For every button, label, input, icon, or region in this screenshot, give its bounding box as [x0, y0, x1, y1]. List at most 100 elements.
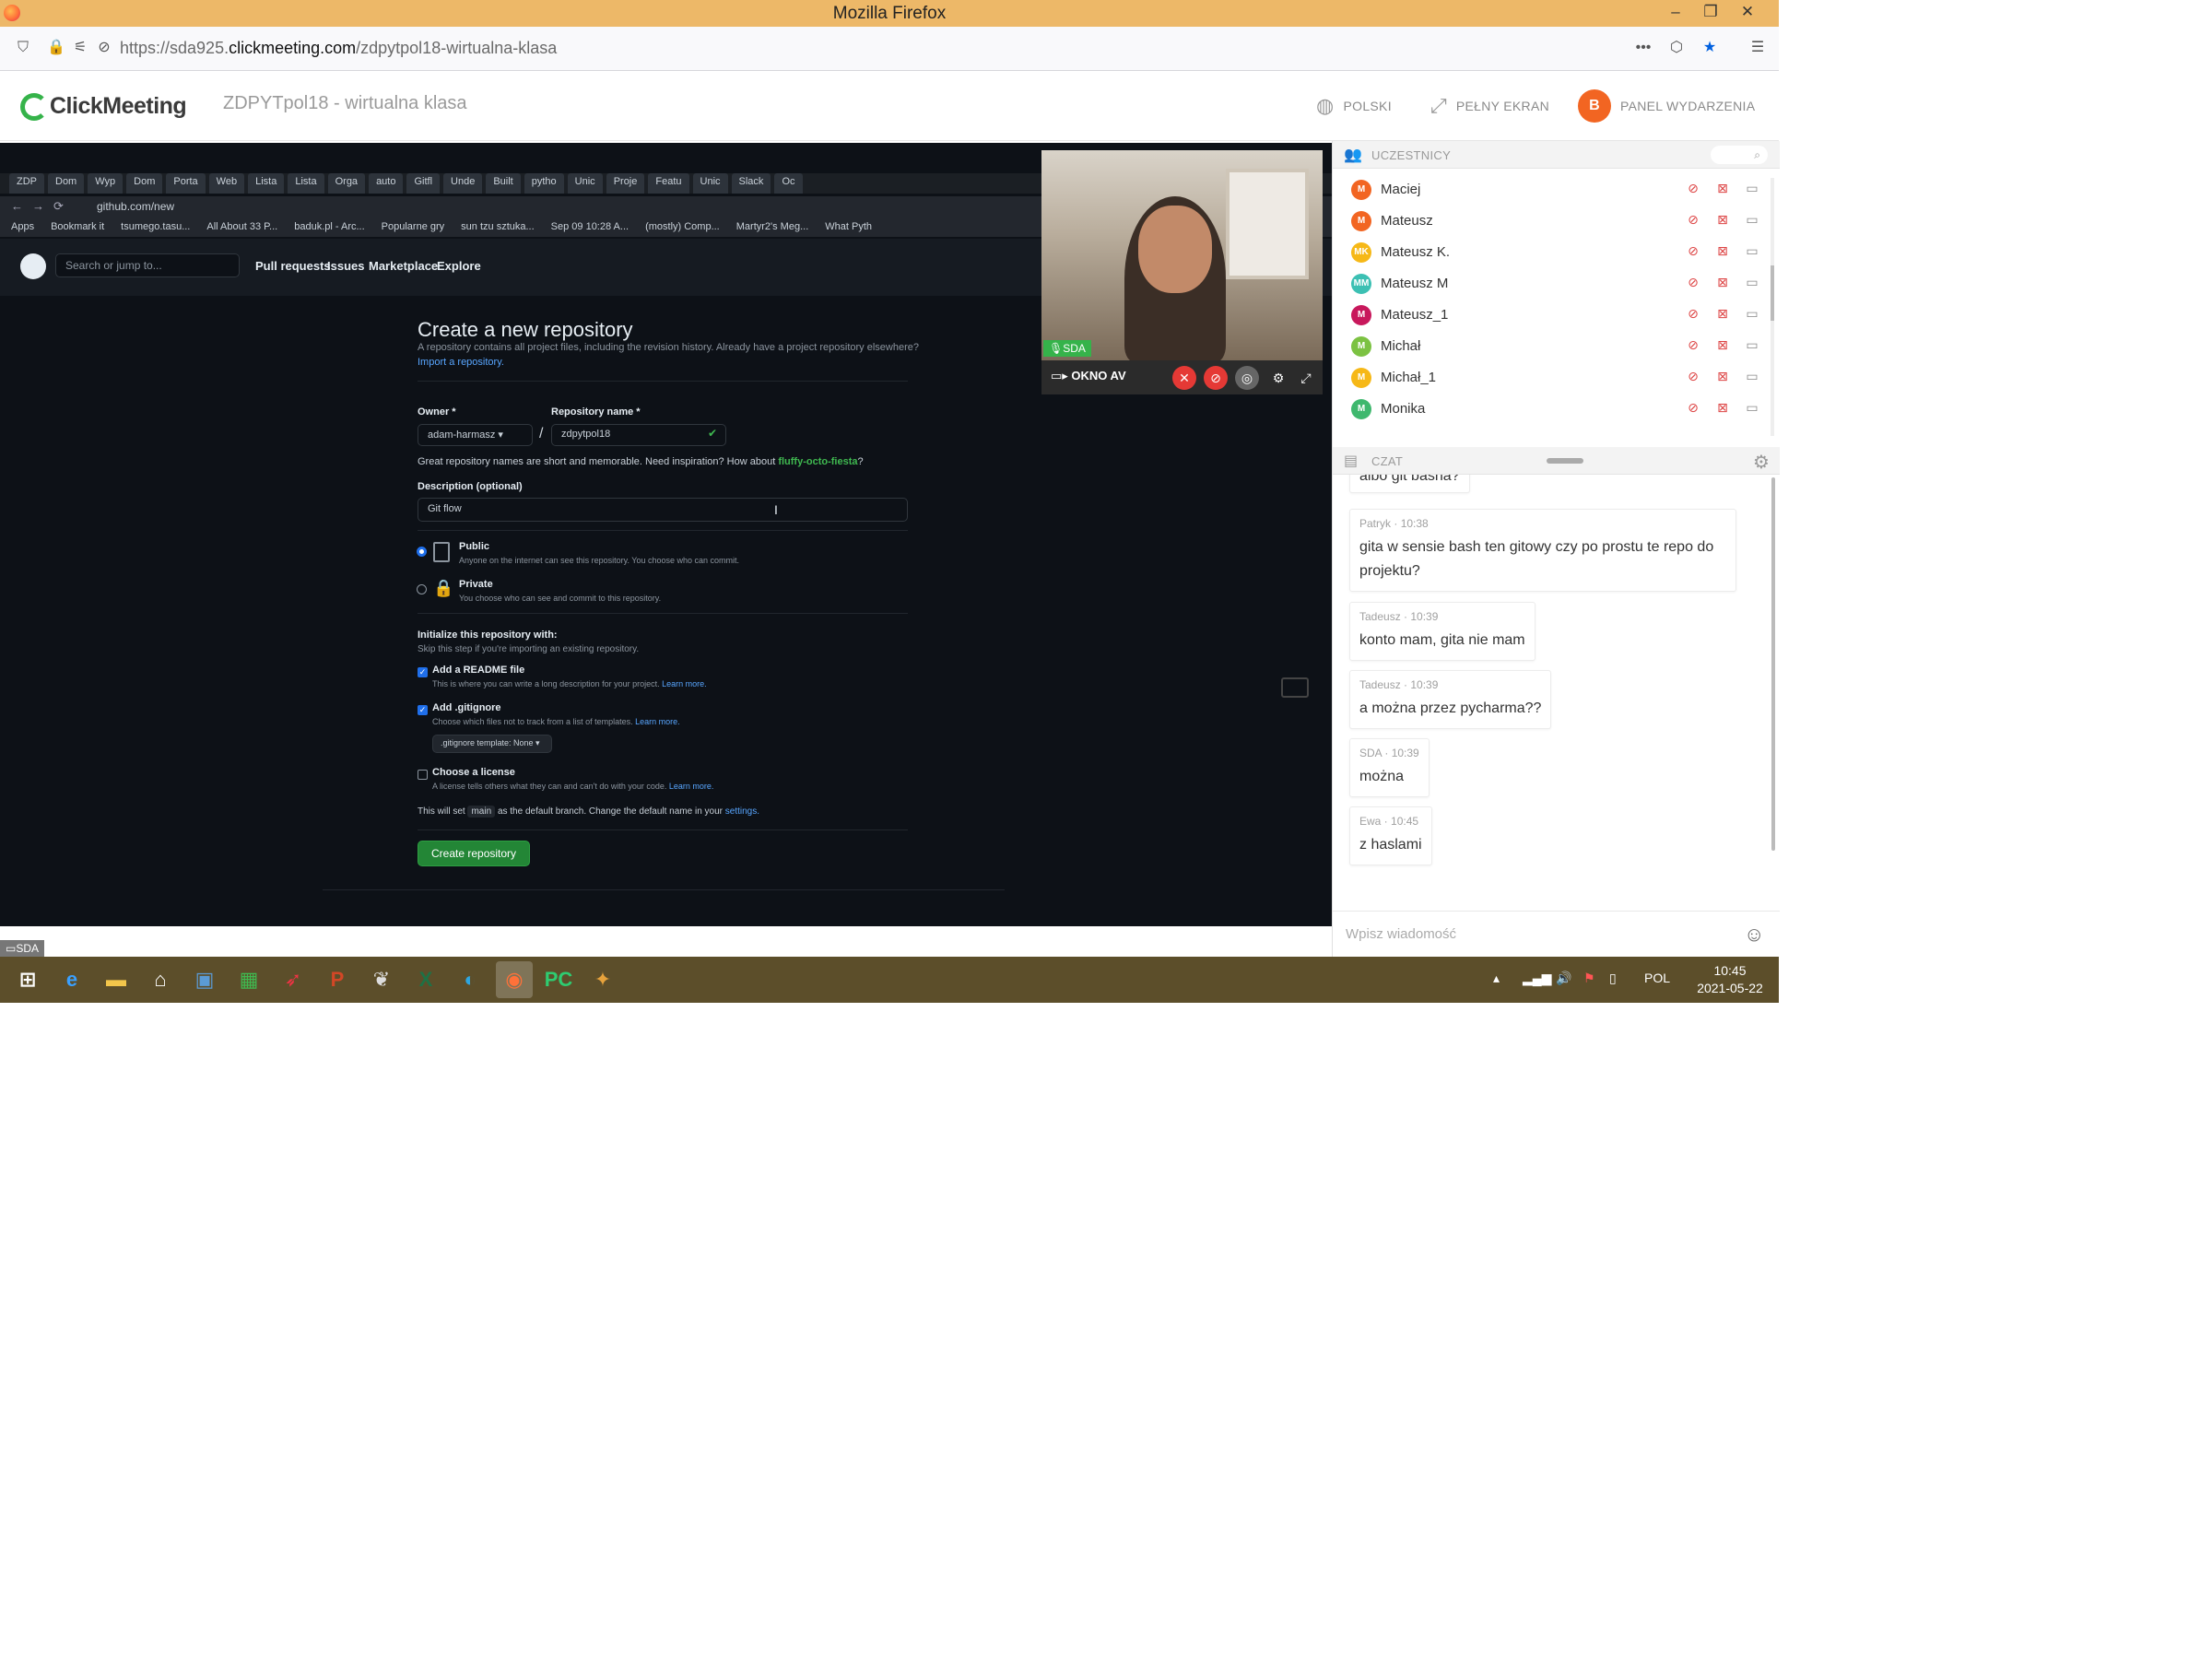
avatar: M [1351, 305, 1371, 325]
chevron-up-icon[interactable]: ▴ [1493, 971, 1500, 986]
screen-icon[interactable]: ▭ [1742, 275, 1762, 291]
clock[interactable]: 10:45 2021-05-22 [1688, 962, 1771, 997]
language-indicator[interactable]: POL [1644, 971, 1670, 985]
game-icon[interactable]: ✦ [584, 961, 621, 998]
speaker-off-icon[interactable]: ◎ [1235, 366, 1259, 390]
close-button[interactable]: ✕ [1731, 0, 1764, 27]
camera-off-icon[interactable]: ⊠ [1712, 181, 1733, 197]
participant-row[interactable]: M Maciej ⊘ ⊠ ▭ [1333, 173, 1766, 205]
edge-icon[interactable]: ◐ [452, 961, 488, 998]
mic-off-icon[interactable]: ⊘ [1683, 243, 1703, 260]
lenovo-icon[interactable]: ▣ [186, 961, 223, 998]
participant-row[interactable]: M Michał ⊘ ⊠ ▭ [1333, 330, 1766, 361]
gh-description-label: Description (optional) [418, 481, 523, 492]
search-icon[interactable]: ⌕ [1711, 146, 1768, 164]
expand-icon[interactable]: ⤢ [1294, 366, 1318, 390]
flag-icon[interactable]: ⚑ [1583, 971, 1595, 986]
logo-text: ClickMeeting [50, 93, 187, 119]
screen-icon[interactable]: ▭ [1742, 400, 1762, 417]
gh-gitignore-desc: Choose which files not to track from a l… [432, 717, 680, 726]
pocket-icon[interactable]: ⬡ [1666, 38, 1687, 58]
gh-gitignore-template: .gitignore template: None ▾ [432, 735, 552, 753]
page-actions-icon[interactable]: ••• [1633, 38, 1653, 58]
participant-row[interactable]: M Michał_1 ⊘ ⊠ ▭ [1333, 361, 1766, 393]
pycharm-icon[interactable]: PC [540, 961, 577, 998]
presenter-face [1138, 206, 1212, 293]
start-icon[interactable]: ⊞ [9, 961, 46, 998]
event-panel-button[interactable]: B PANEL WYDARZENIA [1578, 89, 1755, 123]
permissions-icon[interactable]: ⚟ [70, 38, 90, 58]
camera-off-icon[interactable]: ⊠ [1712, 212, 1733, 229]
language-button[interactable]: ◍ POLSKI [1316, 89, 1392, 123]
lock-icon: 🔒 [433, 579, 454, 597]
chat-icon: ▤ [1344, 453, 1359, 469]
mic-off-icon[interactable]: ⊘ [1683, 369, 1703, 385]
screen-icon[interactable]: ▭ [1742, 181, 1762, 197]
participant-row[interactable]: M Monika ⊘ ⊠ ▭ [1333, 393, 1766, 424]
internet-explorer-icon[interactable]: e [53, 961, 90, 998]
lock-icon[interactable]: 🔒 [46, 38, 66, 58]
camera-off-icon[interactable]: ⊠ [1712, 275, 1733, 291]
camera-off-icon[interactable]: ⊠ [1712, 400, 1733, 417]
minimize-button[interactable]: – [1659, 0, 1692, 27]
avatar: MM [1351, 274, 1371, 294]
firefox-icon[interactable]: ◉ [496, 961, 533, 998]
screen-icon[interactable]: ▭ [1742, 212, 1762, 229]
camera-off-icon[interactable]: ⊠ [1712, 243, 1733, 260]
bookmark-star-icon[interactable]: ★ [1700, 38, 1720, 58]
emoji-icon[interactable]: ☺ [1744, 923, 1764, 947]
camera-off-icon[interactable]: ⊠ [1712, 369, 1733, 385]
mic-off-icon[interactable]: ⊘ [1683, 212, 1703, 229]
participant-name: Monika [1381, 401, 1426, 417]
camera-off-icon[interactable]: ⊠ [1712, 337, 1733, 354]
browser-tab: pytho [524, 173, 564, 194]
network-icon[interactable]: ▂▄▆ [1523, 971, 1551, 986]
camera-off-icon[interactable]: ⊠ [1712, 306, 1733, 323]
screen-icon[interactable]: ▭ [1742, 306, 1762, 323]
resize-handle[interactable] [1547, 458, 1583, 464]
mic-off-icon[interactable]: ⊘ [1683, 400, 1703, 417]
picture-in-picture-icon[interactable] [1281, 677, 1309, 698]
bookmark-item: tsumego.tasu... [121, 221, 191, 232]
screen-icon[interactable]: ▭ [1742, 369, 1762, 385]
excel-icon[interactable]: X [407, 961, 444, 998]
participant-row[interactable]: MK Mateusz K. ⊘ ⊠ ▭ [1333, 236, 1766, 267]
scrollbar-thumb[interactable] [1771, 265, 1774, 321]
home-icon[interactable]: ⌂ [142, 961, 179, 998]
screen-icon[interactable]: ▭ [1742, 337, 1762, 354]
camera-sharing-icon[interactable]: ⊘ [94, 38, 114, 58]
url-field[interactable]: https://sda925.clickmeeting.com/zdpytpol… [120, 39, 557, 58]
gh-private-radio [417, 584, 427, 594]
shield-icon[interactable]: ⛉ [13, 38, 33, 58]
rocket-icon[interactable]: ➶ [275, 961, 312, 998]
participant-name: Maciej [1381, 182, 1421, 197]
mic-off-icon[interactable]: ⊘ [1683, 337, 1703, 354]
av-window[interactable]: 🎙SDA ▭▸ OKNO AV ✕ ⊘ ◎ ⚙ ⤢ [1041, 150, 1323, 394]
mic-off-icon[interactable]: ⊘ [1204, 366, 1228, 390]
file-explorer-icon[interactable]: ▬ [98, 961, 135, 998]
feather-icon[interactable]: ❦ [363, 961, 400, 998]
participant-row[interactable]: M Mateusz ⊘ ⊠ ▭ [1333, 205, 1766, 236]
settings-gear-icon[interactable]: ⚙ [1266, 366, 1290, 390]
participant-row[interactable]: M Mateusz_1 ⊘ ⊠ ▭ [1333, 299, 1766, 330]
participant-row[interactable]: MM Mateusz M ⊘ ⊠ ▭ [1333, 267, 1766, 299]
check-icon: ✔ [708, 427, 718, 440]
participants-scrollbar[interactable] [1771, 178, 1774, 436]
chat-scrollbar[interactable] [1771, 477, 1775, 851]
gh-license-checkbox [418, 770, 428, 780]
volume-icon[interactable]: 🔊 [1556, 971, 1571, 986]
mic-off-icon[interactable]: ⊘ [1683, 306, 1703, 323]
language-label: POLSKI [1343, 99, 1392, 113]
camera-off-icon[interactable]: ✕ [1172, 366, 1196, 390]
restore-button[interactable]: ❐ [1694, 0, 1727, 27]
menu-icon[interactable]: ☰ [1747, 38, 1768, 58]
battery-icon[interactable]: ▯ [1609, 971, 1617, 986]
powerpoint-icon[interactable]: P [319, 961, 356, 998]
store-icon[interactable]: ▦ [230, 961, 267, 998]
chat-input[interactable]: Wpisz wiadomość ☺ [1333, 911, 1780, 957]
mic-off-icon[interactable]: ⊘ [1683, 275, 1703, 291]
mic-off-icon[interactable]: ⊘ [1683, 181, 1703, 197]
screen-icon[interactable]: ▭ [1742, 243, 1762, 260]
settings-gear-icon[interactable]: ⚙ [1753, 451, 1770, 474]
fullscreen-button[interactable]: ⤢ PEŁNY EKRAN [1430, 89, 1549, 123]
